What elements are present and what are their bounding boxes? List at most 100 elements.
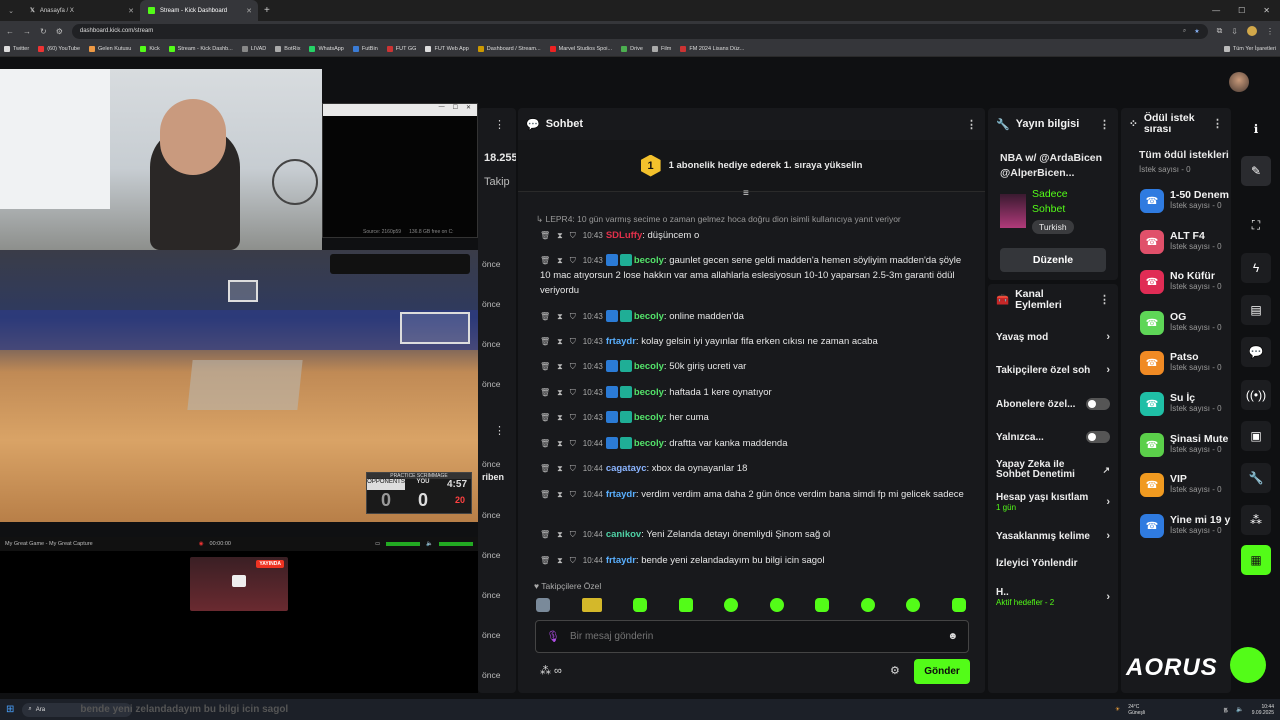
emote-icon[interactable]: [633, 598, 648, 612]
shield-icon[interactable]: ⛉: [570, 464, 576, 473]
maximize-icon[interactable]: ☐: [453, 104, 458, 116]
bookmark-item[interactable]: FM 2024 Lisans Düz...: [680, 45, 744, 52]
back-icon[interactable]: ←: [6, 27, 14, 36]
tab-search-icon[interactable]: ⌄: [0, 7, 22, 15]
fullscreen-icon[interactable]: ⛶: [1241, 210, 1271, 240]
wifi-icon[interactable]: ᯾: [1223, 706, 1228, 714]
site-info-icon[interactable]: ⚙: [56, 27, 63, 36]
shield-icon[interactable]: ⛉: [570, 231, 576, 240]
delete-icon[interactable]: 🗑: [540, 413, 550, 422]
bookmark-item[interactable]: Film: [651, 45, 671, 52]
channel-action-item[interactable]: Yalnızca...: [996, 431, 1110, 443]
channel-action-item[interactable]: H.. Aktif hedefler - 2 ›: [996, 587, 1110, 607]
broadcast-icon[interactable]: ((•)): [1241, 380, 1271, 410]
clock[interactable]: 10:44 9.09.2025: [1252, 704, 1274, 716]
tools-icon[interactable]: 🔧: [1241, 463, 1271, 493]
send-button[interactable]: Gönder: [914, 659, 970, 684]
timeout-icon[interactable]: ⧗: [557, 337, 563, 346]
channel-action-item[interactable]: Takipçilere özel soh ›: [996, 364, 1110, 376]
bookmark-item[interactable]: Twitter: [4, 45, 29, 52]
tab-kick-dashboard[interactable]: Stream - Kick Dashboard ✕: [140, 0, 258, 21]
delete-icon[interactable]: 🗑: [540, 439, 550, 448]
chat-username[interactable]: becoly: [634, 311, 664, 322]
speaker-icon[interactable]: 🔈: [426, 541, 433, 547]
timeout-icon[interactable]: ⧗: [557, 490, 563, 499]
notes-icon[interactable]: ▤: [1241, 295, 1271, 325]
delete-icon[interactable]: 🗑: [540, 337, 550, 346]
maximize-icon[interactable]: ☐: [1238, 6, 1245, 15]
channel-action-item[interactable]: İzleyici Yönlendir: [996, 558, 1110, 569]
external-link-icon[interactable]: ↗: [1102, 465, 1110, 476]
delete-icon[interactable]: 🗑: [540, 530, 550, 539]
delete-icon[interactable]: 🗑: [540, 362, 550, 371]
kebab-icon[interactable]: ⋮: [1099, 294, 1110, 306]
emote-icon[interactable]: [724, 598, 739, 612]
all-rewards-label[interactable]: Tüm ödül istekleri: [1139, 149, 1229, 161]
channel-action-item[interactable]: Yapay Zeka ile Sohbet Denetimi ↗: [996, 460, 1110, 480]
extensions-icon[interactable]: ⧉: [1217, 26, 1223, 36]
shield-icon[interactable]: ⛉: [570, 490, 576, 499]
chat-username[interactable]: frtaydr: [606, 489, 636, 500]
download-icon[interactable]: ⇩: [1231, 27, 1238, 36]
close-icon[interactable]: ✕: [128, 7, 134, 15]
bookmark-item[interactable]: Kick: [140, 45, 160, 52]
forward-icon[interactable]: →: [23, 27, 31, 36]
chat-username[interactable]: becoly: [634, 361, 664, 372]
shield-icon[interactable]: ⛉: [570, 312, 576, 321]
emote-icon[interactable]: [678, 598, 693, 612]
sub-gift-promo[interactable]: 1 1 abonelik hediye ederek 1. sıraya yük…: [518, 140, 985, 192]
kebab-icon[interactable]: ⋮: [966, 118, 977, 131]
points-icon[interactable]: ⁂ ∞: [540, 664, 562, 677]
all-bookmarks[interactable]: Tüm Yer İşaretleri: [1223, 45, 1276, 52]
emoji-icon[interactable]: ☻: [947, 631, 958, 642]
timeout-icon[interactable]: ⧗: [557, 256, 563, 265]
shield-icon[interactable]: ⛉: [570, 413, 576, 422]
kebab-icon[interactable]: ⋮: [1099, 118, 1110, 131]
emote-icon[interactable]: [536, 598, 550, 612]
address-bar[interactable]: dashboard.kick.com/stream ⌕ ★: [71, 23, 1208, 39]
toggle-switch[interactable]: [1086, 431, 1110, 443]
timeout-icon[interactable]: ⧗: [557, 439, 563, 448]
profile-icon[interactable]: [1247, 26, 1257, 36]
emote-icon[interactable]: [860, 598, 875, 612]
kick-app-icon[interactable]: ▦: [1241, 545, 1271, 575]
emote-icon[interactable]: [951, 598, 966, 612]
timeout-icon[interactable]: ⧗: [557, 464, 563, 473]
chat-username[interactable]: becoly: [634, 387, 664, 398]
minimize-icon[interactable]: —: [439, 104, 445, 116]
chat-widget-button[interactable]: [1230, 647, 1266, 683]
bookmark-item[interactable]: FutBin: [352, 45, 378, 52]
timeout-icon[interactable]: ⧗: [557, 362, 563, 371]
timeout-icon[interactable]: ⧗: [557, 413, 563, 422]
delete-icon[interactable]: 🗑: [540, 388, 550, 397]
timeout-icon[interactable]: ⧗: [557, 231, 563, 240]
microphone-icon[interactable]: 🎙: [546, 630, 560, 643]
timeout-icon[interactable]: ⧗: [557, 556, 563, 565]
bookmark-item[interactable]: Marvel Studios Spoi...: [549, 45, 612, 52]
bookmark-item[interactable]: LIVAD: [241, 45, 266, 52]
chat-username[interactable]: canikov: [606, 529, 641, 540]
bookmark-item[interactable]: WhatsApp: [309, 45, 344, 52]
timeout-icon[interactable]: ⧗: [557, 312, 563, 321]
channel-action-item[interactable]: Yasaklanmış kelime ›: [996, 530, 1110, 542]
chat-input-box[interactable]: 🎙 ☻: [535, 620, 969, 653]
lightning-icon[interactable]: ϟ: [1241, 253, 1271, 283]
timeout-icon[interactable]: ⧗: [557, 530, 563, 539]
shield-icon[interactable]: ⛉: [570, 362, 576, 371]
zoom-icon[interactable]: ⌕: [1183, 28, 1186, 35]
shield-icon[interactable]: ⛉: [570, 530, 576, 539]
chat-username[interactable]: becoly: [634, 438, 664, 449]
tab-x[interactable]: 𝕏 Anasayfa / X ✕: [22, 0, 140, 21]
bookmark-item[interactable]: BotRix: [275, 45, 300, 52]
info-icon[interactable]: ℹ: [1241, 114, 1271, 144]
chat-icon[interactable]: 💬: [1241, 337, 1271, 367]
emote-icon[interactable]: [581, 598, 602, 612]
kebab-icon[interactable]: ⋮: [494, 118, 505, 131]
minimize-icon[interactable]: —: [1212, 6, 1220, 15]
record-icon[interactable]: ◉: [199, 541, 204, 547]
bookmark-star-icon[interactable]: ★: [1194, 28, 1199, 35]
shield-icon[interactable]: ⛉: [570, 556, 576, 565]
monitor-icon[interactable]: ▭: [375, 541, 380, 547]
window-close-icon[interactable]: ✕: [1263, 6, 1270, 15]
chat-settings-gear-icon[interactable]: ⚙: [890, 664, 900, 677]
